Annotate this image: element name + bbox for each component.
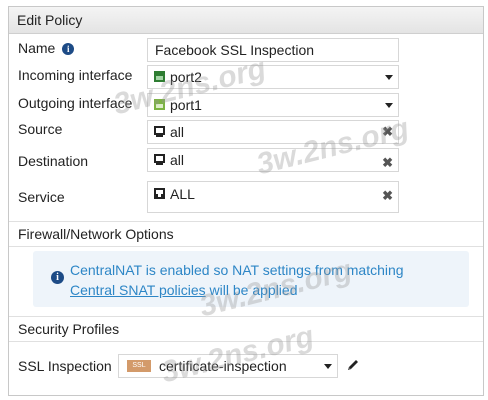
remove-icon[interactable]: ✖: [382, 155, 393, 171]
chevron-down-icon[interactable]: [385, 75, 393, 80]
firewall-network-options-header[interactable]: Firewall/Network Options: [9, 221, 483, 247]
edit-policy-dialog: Edit Policy Name i Facebook SSL Inspecti…: [8, 6, 484, 396]
address-icon: [154, 126, 165, 137]
ssl-inspection-value: certificate-inspection: [159, 358, 287, 374]
service-value: ALL: [170, 186, 195, 202]
notice-suffix: will be applied: [205, 282, 298, 298]
service-icon: [154, 188, 165, 199]
name-input[interactable]: Facebook SSL Inspection: [147, 38, 399, 62]
incoming-interface-value: port2: [170, 69, 202, 85]
name-label: Name i: [18, 40, 75, 56]
remove-icon[interactable]: ✖: [382, 188, 393, 204]
dialog-header: Edit Policy: [9, 7, 483, 34]
firewall-network-options-title: Firewall/Network Options: [18, 226, 174, 242]
network-interface-icon: [154, 71, 165, 82]
security-profiles-title: Security Profiles: [18, 321, 120, 337]
chevron-down-icon[interactable]: [385, 103, 393, 108]
security-profiles-header[interactable]: Security Profiles: [9, 316, 483, 342]
incoming-interface-select[interactable]: port2: [147, 65, 399, 89]
destination-select[interactable]: all ✖: [147, 148, 399, 172]
outgoing-interface-select[interactable]: port1: [147, 93, 399, 117]
name-label-text: Name: [18, 40, 56, 56]
ssl-badge: SSL: [127, 360, 151, 372]
destination-label: Destination: [18, 153, 89, 169]
pencil-icon[interactable]: [346, 358, 360, 372]
name-value: Facebook SSL Inspection: [155, 42, 315, 58]
address-icon: [154, 154, 165, 165]
outgoing-interface-label: Outgoing interface: [18, 95, 133, 111]
remove-icon[interactable]: ✖: [382, 124, 393, 140]
notice-line2: Central SNAT policies will be applied: [70, 282, 298, 298]
ssl-inspection-label: SSL Inspection: [18, 358, 112, 374]
source-select[interactable]: all ✖: [147, 120, 399, 144]
source-value: all: [170, 124, 185, 140]
source-label: Source: [18, 121, 63, 137]
info-icon: i: [51, 271, 64, 284]
info-icon[interactable]: i: [62, 43, 75, 55]
service-select[interactable]: ALL ✖: [147, 181, 399, 213]
central-snat-policies-link[interactable]: Central SNAT policies: [70, 282, 206, 298]
incoming-interface-label: Incoming interface: [18, 67, 133, 83]
dialog-title: Edit Policy: [17, 12, 83, 28]
centralnat-notice: i CentralNAT is enabled so NAT settings …: [33, 251, 469, 307]
notice-line1: CentralNAT is enabled so NAT settings fr…: [70, 262, 404, 278]
destination-value: all: [170, 152, 185, 168]
network-interface-icon: [154, 99, 165, 110]
ssl-inspection-select[interactable]: SSL certificate-inspection: [118, 354, 338, 378]
outgoing-interface-value: port1: [170, 97, 202, 113]
service-label: Service: [18, 189, 65, 205]
chevron-down-icon[interactable]: [324, 364, 332, 369]
